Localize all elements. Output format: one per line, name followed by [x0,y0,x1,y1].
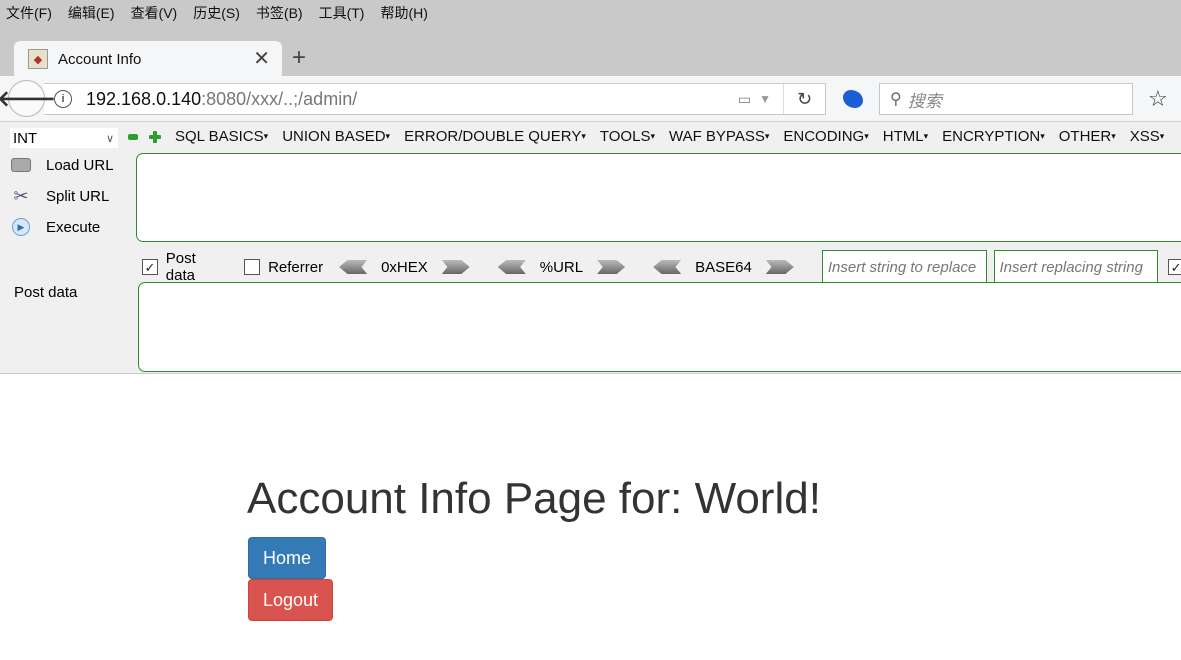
chevron-down-icon: ∨ [105,132,114,145]
tab-account-info[interactable]: ◆ Account Info ✕ [14,41,282,77]
menu-waf-bypass[interactable]: WAF BYPASS [669,128,769,145]
menu-history[interactable]: 历史(S) [193,3,240,23]
favicon-icon: ◆ [28,49,48,69]
hex-encoder: 0xHEX [339,259,470,276]
post-data-textarea[interactable] [138,282,1181,372]
post-data-checkbox[interactable]: ✓ [142,259,158,275]
menu-other[interactable]: OTHER [1059,128,1116,145]
load-url-label: Load URL [46,156,114,174]
back-button[interactable]: 🡐 [0,80,56,117]
bookmark-star-icon[interactable]: ☆ [1148,86,1168,112]
tab-title: Account Info [58,50,142,68]
hex-label: 0xHEX [381,258,428,276]
url-text[interactable]: 192.168.0.140:8080/xxx/..;/admin/ [86,89,738,110]
menu-html[interactable]: HTML [883,128,928,145]
new-tab-button[interactable]: + [292,46,306,70]
close-tab-icon[interactable]: ✕ [253,49,270,69]
split-url-button[interactable]: ✂ Split URL [10,185,109,207]
options-row: ✓ Post data Referrer 0xHEX %URL BASE64 I… [142,250,1181,284]
load-url-icon [10,154,32,176]
menu-view[interactable]: 查看(V) [131,3,178,23]
search-icon: ⚲ [890,91,902,108]
hex-encode-arrow-icon[interactable] [441,260,470,274]
url-label: %URL [539,258,584,276]
page-title: Account Info Page for: World! [247,474,821,523]
execute-icon: ▶ [10,216,32,238]
hackbar-menu: SQL BASICS UNION BASED ERROR/DOUBLE QUER… [175,128,1178,145]
replace-checkbox[interactable]: ✓ [1168,259,1181,275]
base64-encode-arrow-icon[interactable] [765,260,794,274]
menu-bar: 文件(F) 编辑(E) 查看(V) 历史(S) 书签(B) 工具(T) 帮助(H… [0,0,1181,26]
url-host: 192.168.0.140 [86,88,202,109]
referrer-checkbox-label: Referrer [268,258,324,276]
menu-help[interactable]: 帮助(H) [380,3,427,23]
execute-label: Execute [46,218,101,236]
injection-type-value: INT [13,129,38,147]
chevron-down-icon[interactable]: ▼ [759,92,771,106]
scissors-icon: ✂ [13,185,29,206]
execute-button[interactable]: ▶ Execute [10,216,100,238]
replace-string-input[interactable]: Insert string to replace [821,250,987,284]
hackbar-panel: INT ∨ SQL BASICS UNION BASED ERROR/DOUBL… [0,122,1181,374]
reload-icon[interactable]: ↻ [783,84,825,114]
menu-file[interactable]: 文件(F) [6,3,52,23]
tab-strip: ◆ Account Info ✕ + [0,26,1181,77]
url-textarea[interactable] [136,153,1181,242]
url-path: :8080/xxx/..;/admin/ [201,88,358,109]
search-placeholder: 搜索 [907,91,942,111]
load-url-button[interactable]: Load URL [10,154,114,176]
navigation-bar: i 192.168.0.140:8080/xxx/..;/admin/ ▭ ▼ … [0,76,1181,122]
search-input[interactable]: ⚲ 搜索 [879,83,1133,115]
menu-bookmarks[interactable]: 书签(B) [256,3,303,23]
menu-xss[interactable]: XSS [1130,128,1165,145]
post-data-label: Post data [14,284,78,301]
menu-union-based[interactable]: UNION BASED [282,128,390,145]
increase-icon[interactable] [149,131,161,143]
url-bar[interactable]: i 192.168.0.140:8080/xxx/..;/admin/ ▭ ▼ … [44,83,826,115]
base64-label: BASE64 [695,258,752,276]
menu-error-double-query[interactable]: ERROR/DOUBLE QUERY [404,128,586,145]
hex-decode-arrow-icon[interactable] [339,260,368,274]
menu-tools[interactable]: 工具(T) [319,3,365,23]
info-icon[interactable]: i [54,90,72,108]
injection-type-select[interactable]: INT ∨ [10,128,118,148]
page-action-icon[interactable]: ▭ [738,91,751,108]
menu-encoding[interactable]: ENCODING [783,128,868,145]
decrease-icon[interactable] [128,134,138,140]
menu-encryption[interactable]: ENCRYPTION [942,128,1045,145]
split-url-label: Split URL [46,187,110,205]
home-button[interactable]: Home [248,537,326,579]
referrer-checkbox[interactable] [244,259,261,275]
menu-tools[interactable]: TOOLS [600,128,655,145]
url-encoder: %URL [497,258,626,276]
url-decode-arrow-icon[interactable] [497,260,526,274]
url-encode-arrow-icon[interactable] [597,260,626,274]
menu-sql-basics[interactable]: SQL BASICS [175,128,268,145]
base64-encoder: BASE64 [653,259,794,276]
logout-button[interactable]: Logout [248,579,333,621]
hackbar-toolbar-icon[interactable] [843,90,863,108]
menu-edit[interactable]: 编辑(E) [68,3,115,23]
post-data-checkbox-label: Post data [165,250,196,284]
base64-decode-arrow-icon[interactable] [653,260,682,274]
replacing-string-input[interactable]: Insert replacing string [993,250,1159,284]
